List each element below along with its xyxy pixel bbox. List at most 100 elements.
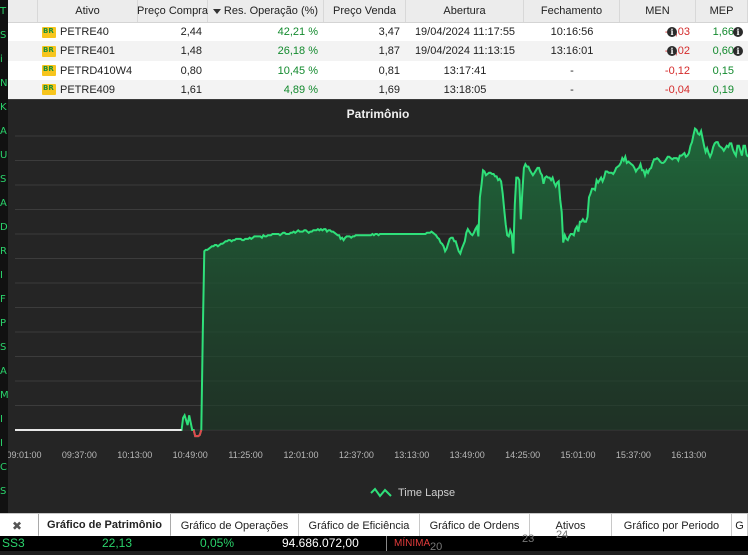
table-row[interactable]: PETRE40 2,44 42,21 % 3,47 19/04/2024 11:17:5… bbox=[8, 22, 748, 42]
petrobras-logo-icon bbox=[42, 84, 56, 96]
left-strip-char: A bbox=[0, 126, 7, 137]
left-strip-char: N bbox=[0, 78, 8, 89]
cell-fechamento: - bbox=[570, 83, 574, 96]
tab-g[interactable]: G bbox=[732, 514, 748, 537]
bottom-tabs: ✖ Gráfico de Patrimônio Gráfico de Operaç… bbox=[0, 513, 748, 537]
ativo-text: PETRD410W4 bbox=[60, 64, 133, 77]
x-tick-label: 10:49:00 bbox=[173, 450, 208, 460]
x-tick-label: 10:13:00 bbox=[117, 450, 152, 460]
cell-abertura: 13:18:05 bbox=[443, 83, 487, 96]
cell-men: -0,12 bbox=[664, 64, 690, 77]
table-row[interactable]: PETRE409 1,61 4,89 % 1,69 13:18:05 - -0,04 0,19 bbox=[8, 79, 748, 100]
header-abertura[interactable]: Abertura bbox=[406, 0, 524, 22]
table-header: Ativo Preço Compra Res. Operação (%) Pre… bbox=[8, 0, 748, 23]
x-tick-label: 15:37:00 bbox=[616, 450, 651, 460]
header-res-operacao-label: Res. Operação (%) bbox=[223, 5, 319, 17]
legend-line-icon bbox=[370, 487, 392, 498]
cell-ativo: PETRE409 bbox=[38, 80, 138, 100]
cell-fechamento: - bbox=[570, 64, 574, 77]
left-strip-char: F bbox=[0, 294, 6, 305]
tab-gr-fico-de-opera-es[interactable]: Gráfico de Operações bbox=[171, 514, 299, 537]
header-preco-compra[interactable]: Preço Compra bbox=[137, 0, 208, 22]
cell-abertura: 19/04/2024 11:13:15 bbox=[414, 45, 516, 58]
cell-ativo: PETRE40 bbox=[38, 22, 138, 42]
cell-fechamento: 10:16:56 bbox=[550, 26, 594, 38]
x-tick-label: 15:01:00 bbox=[560, 450, 595, 460]
header-ativo[interactable]: Ativo bbox=[38, 0, 138, 22]
cell-preco-compra: 1,48 bbox=[180, 45, 202, 58]
tab-ativos[interactable]: Ativos bbox=[530, 514, 612, 537]
left-strip-char: I bbox=[0, 438, 3, 449]
cell-preco-compra: 1,61 bbox=[180, 83, 202, 96]
header-men[interactable]: MEN bbox=[620, 0, 696, 22]
left-strip-char: C bbox=[0, 462, 7, 473]
ativo-text: PETRE401 bbox=[60, 45, 116, 58]
x-tick-label: 16:13:00 bbox=[671, 450, 706, 460]
chart-legend[interactable]: Time Lapse bbox=[370, 486, 455, 500]
header-preco-venda[interactable]: Preço Venda bbox=[324, 0, 406, 22]
cell-preco-compra: 2,44 bbox=[180, 26, 202, 38]
ticker-label: MÍNIMA bbox=[394, 538, 431, 549]
header-mep[interactable]: MEP bbox=[696, 0, 748, 22]
cell-men: -0,03 bbox=[664, 26, 690, 38]
cell-ativo: PETRD410W4 bbox=[38, 61, 138, 81]
cell-preco-venda: 1,87 bbox=[378, 45, 400, 58]
left-strip-char: A bbox=[0, 198, 7, 209]
cell-preco-venda: 0,81 bbox=[378, 64, 400, 77]
left-strip-char: I bbox=[0, 270, 3, 281]
x-tick-label: 12:01:00 bbox=[283, 450, 318, 460]
cell-res-operacao: 26,18 % bbox=[277, 45, 318, 58]
left-strip-char: R bbox=[0, 246, 7, 257]
tab-gr-fico-de-efici-ncia[interactable]: Gráfico de Eficiência bbox=[299, 514, 420, 537]
chart-title: Patrimônio bbox=[346, 107, 410, 121]
header-fechamento[interactable]: Fechamento bbox=[524, 0, 620, 22]
left-strip-char: S bbox=[0, 486, 7, 497]
equity-chart: 09:01:00 09:37:00 10:13:00 10:49:00 11:25:00… bbox=[8, 126, 748, 460]
petrobras-logo-icon bbox=[42, 65, 56, 77]
x-tick-label: 11:25:00 bbox=[228, 450, 262, 460]
x-tick-label: 14:25:00 bbox=[505, 450, 540, 460]
equity-area bbox=[15, 128, 748, 430]
sort-desc-icon bbox=[212, 8, 221, 14]
left-strip-char: P bbox=[0, 318, 7, 329]
cell-men: -0,04 bbox=[664, 83, 690, 96]
tab-gr-fico-de-patrim-nio[interactable]: Gráfico de Patrimônio bbox=[38, 514, 171, 537]
left-panel-strip: TSiNKAUSADRIFPSAMIICS bbox=[0, 0, 9, 551]
cell-mep: 0,15 bbox=[712, 64, 734, 77]
tab-gr-fico-de-ordens[interactable]: Gráfico de Ordens bbox=[420, 514, 530, 537]
ticker-volume: 94.686.072,00 bbox=[282, 536, 359, 550]
ticker-extra2: 23 bbox=[522, 533, 535, 545]
left-strip-char: S bbox=[0, 30, 7, 41]
cell-preco-venda: 1,69 bbox=[378, 83, 400, 96]
table-row[interactable]: PETRD410W4 0,80 10,45 % 0,81 13:17:41 - -0,12 0… bbox=[8, 61, 748, 81]
left-strip-char: i bbox=[0, 54, 3, 65]
petrobras-logo-icon bbox=[42, 45, 56, 57]
header-res-operacao[interactable]: Res. Operação (%) bbox=[208, 0, 324, 22]
ticker-symbol: SS3 bbox=[2, 536, 25, 550]
left-strip-char: D bbox=[0, 222, 8, 233]
x-tick-label: 09:37:00 bbox=[62, 450, 97, 460]
ticker-extra3: 24 bbox=[556, 529, 569, 541]
ativo-text: PETRE409 bbox=[60, 83, 116, 96]
table-row[interactable]: PETRE401 1,48 26,18 % 1,87 19/04/2024 11:13:… bbox=[8, 41, 748, 62]
positions-table: Ativo Preço Compra Res. Operação (%) Pre… bbox=[8, 0, 748, 100]
bottom-ticker: SS3 22,13 0,05% 94.686.072,00 MÍNIMA 20 … bbox=[0, 529, 748, 553]
info-icon[interactable]: i bbox=[667, 27, 677, 37]
left-strip-char: K bbox=[0, 102, 7, 113]
tab-gr-fico-por-periodo[interactable]: Gráfico por Periodo bbox=[612, 514, 732, 537]
cell-res-operacao: 42,21 % bbox=[277, 26, 318, 38]
left-strip-char: T bbox=[0, 6, 7, 17]
left-strip-char: I bbox=[0, 414, 3, 425]
close-tab-icon[interactable]: ✖ bbox=[0, 514, 34, 537]
info-icon[interactable]: i bbox=[733, 27, 743, 37]
cell-abertura: 19/04/2024 11:17:55 bbox=[414, 26, 516, 38]
cell-abertura: 13:17:41 bbox=[443, 64, 487, 77]
x-tick-label: 12:37:00 bbox=[339, 450, 374, 460]
header-icon-column bbox=[8, 0, 38, 22]
left-strip-char: U bbox=[0, 150, 8, 161]
ticker-price: 22,13 bbox=[102, 536, 133, 550]
x-tick-label: 13:13:00 bbox=[394, 450, 429, 460]
cell-res-operacao: 10,45 % bbox=[277, 64, 318, 77]
ticker-divider bbox=[386, 536, 387, 551]
cell-res-operacao: 4,89 % bbox=[283, 83, 318, 96]
